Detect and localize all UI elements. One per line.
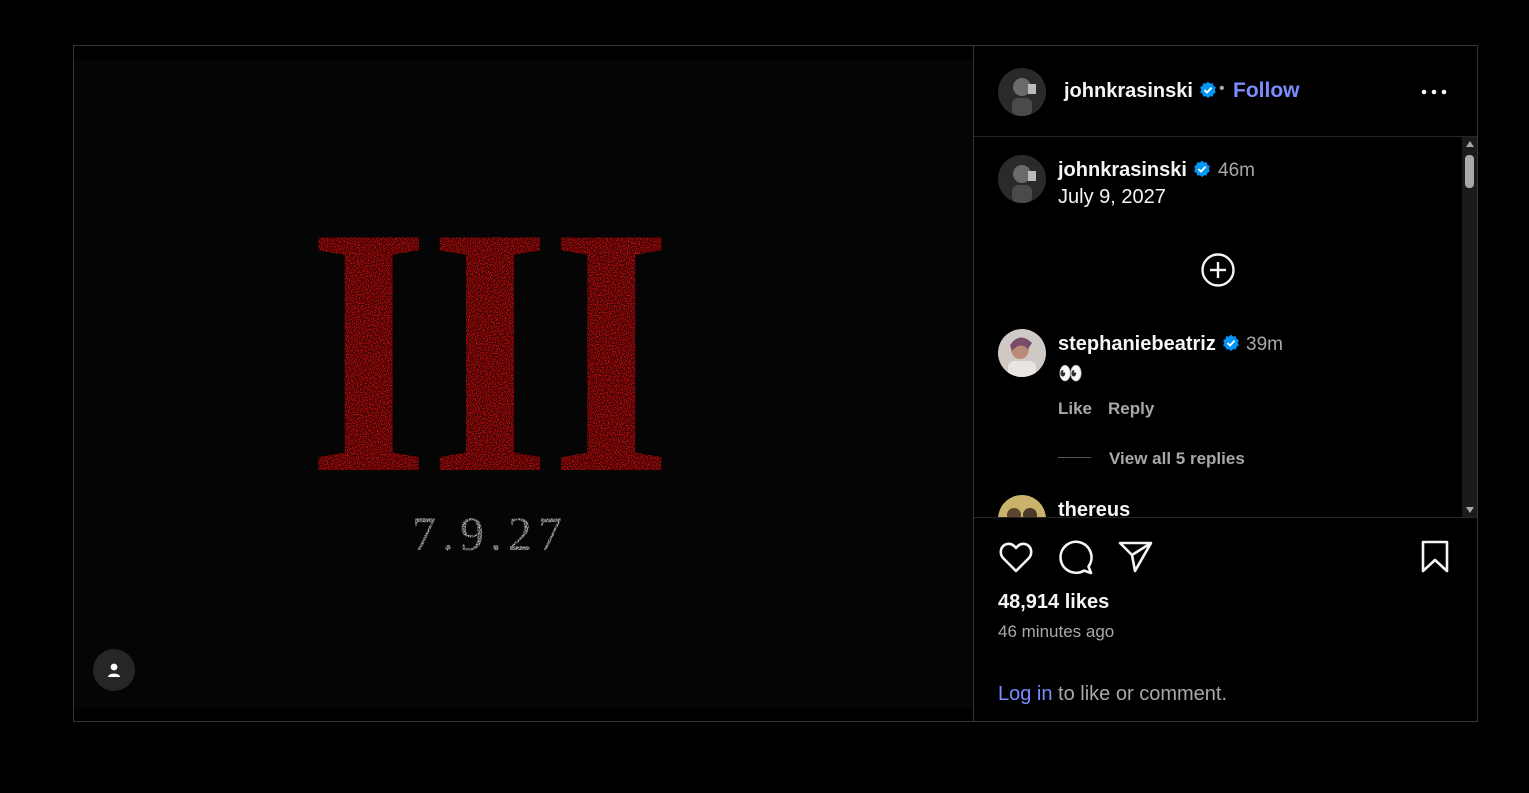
login-link[interactable]: Log in	[998, 683, 1053, 705]
add-comment-icon[interactable]	[1200, 252, 1236, 288]
more-options-icon[interactable]	[1421, 82, 1447, 102]
share-icon[interactable]	[1118, 540, 1154, 574]
follow-button[interactable]: Follow	[1233, 79, 1300, 103]
login-prompt-text: to like or comment.	[1052, 683, 1228, 705]
post-media[interactable]: III 7.9.27	[74, 46, 973, 721]
caption-time[interactable]: 46m	[1218, 160, 1255, 182]
post-sidebar: johnkrasinski • Follow johnkrasinski 46m…	[973, 46, 1477, 721]
post-timestamp[interactable]: 46 minutes ago	[998, 622, 1114, 642]
comment-username[interactable]: stephaniebeatriz	[1058, 333, 1240, 356]
poster-image: III 7.9.27	[308, 154, 672, 561]
comment-time[interactable]: 39m	[1246, 334, 1283, 356]
user-tag-icon	[108, 663, 120, 677]
verified-badge-icon	[1223, 334, 1239, 351]
avatar[interactable]	[998, 329, 1046, 377]
replies-divider	[1058, 457, 1091, 458]
user-tag-button[interactable]	[93, 649, 135, 691]
comment-like-button[interactable]: Like	[1058, 399, 1092, 419]
poster-date: 7.9.27	[412, 508, 568, 561]
scroll-up-arrow-icon[interactable]	[1466, 141, 1474, 147]
comment-reply-button[interactable]: Reply	[1108, 399, 1154, 419]
header-separator: •	[1219, 80, 1225, 97]
heart-icon[interactable]	[998, 540, 1034, 574]
comment-username[interactable]: thereus	[1058, 499, 1130, 517]
caption-text: July 9, 2027	[1058, 186, 1166, 208]
comments-list[interactable]: johnkrasinski 46m July 9, 2027 stephanie	[974, 137, 1477, 518]
author-username[interactable]: johnkrasinski	[1064, 80, 1217, 103]
comment-text: 👀	[1058, 363, 1083, 385]
login-prompt: Log in to like or comment.	[998, 683, 1227, 706]
post-modal: III 7.9.27 johnkrasinski • Follow johnkr…	[73, 45, 1478, 722]
post-header: johnkrasinski • Follow	[974, 46, 1477, 137]
caption-username[interactable]: johnkrasinski	[1058, 159, 1211, 182]
verified-badge-icon	[1194, 160, 1210, 177]
view-replies-button[interactable]: View all 5 replies	[1109, 449, 1245, 469]
post-actions: 48,914 likes 46 minutes ago Log in to li…	[974, 518, 1477, 721]
author-avatar[interactable]	[998, 68, 1046, 116]
avatar[interactable]	[998, 155, 1046, 203]
avatar[interactable]	[998, 495, 1046, 517]
likes-count[interactable]: 48,914 likes	[998, 591, 1109, 614]
scrollbar-thumb[interactable]	[1465, 155, 1474, 188]
bookmark-icon[interactable]	[1420, 540, 1450, 574]
comments-scrollbar[interactable]	[1462, 137, 1477, 517]
poster-numeral: III	[308, 154, 672, 547]
scroll-down-arrow-icon[interactable]	[1466, 507, 1474, 513]
verified-badge-icon	[1200, 81, 1216, 98]
media-image: III 7.9.27	[74, 60, 973, 708]
comment-icon[interactable]	[1058, 540, 1094, 576]
